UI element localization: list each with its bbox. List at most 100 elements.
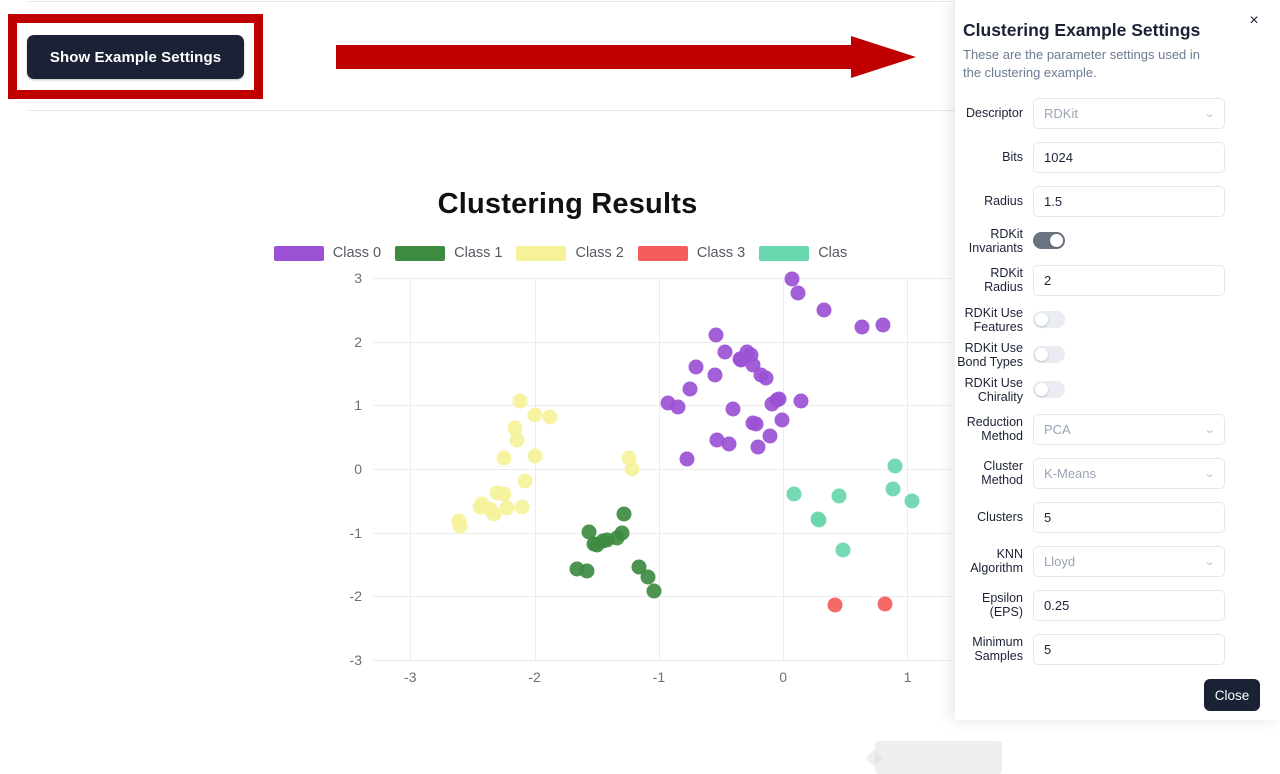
scatter-point[interactable] [707, 367, 723, 383]
legend-swatch [273, 245, 324, 261]
legend-swatch [637, 245, 688, 261]
scatter-point[interactable] [725, 401, 741, 417]
settings-toggle[interactable] [1033, 381, 1065, 398]
scatter-point[interactable] [784, 271, 800, 287]
settings-select[interactable]: Lloyd ⌄ [1033, 545, 1225, 577]
scatter-point[interactable] [708, 327, 724, 343]
scatter-point[interactable] [887, 458, 903, 474]
settings-field-label: RDKit Invariants [968, 226, 1023, 255]
y-axis-tick-label: -3 [349, 652, 362, 668]
settings-toggle[interactable] [1033, 311, 1065, 328]
settings-field-value: 1024 [1044, 149, 1073, 165]
settings-select[interactable]: PCA ⌄ [1033, 413, 1225, 445]
scatter-point[interactable] [679, 451, 695, 467]
scatter-point[interactable] [748, 416, 764, 432]
settings-row: Reduction Method PCA ⌄ [955, 407, 1280, 451]
scatter-point[interactable] [614, 525, 630, 541]
scatter-point[interactable] [512, 393, 528, 409]
settings-input[interactable]: 5 [1033, 633, 1225, 665]
scatter-point[interactable] [786, 486, 802, 502]
legend-label: Class 2 [575, 245, 624, 261]
settings-row: RDKit Use Chirality [955, 372, 1280, 407]
scatter-point[interactable] [517, 473, 533, 489]
scatter-point[interactable] [854, 319, 869, 335]
scatter-point[interactable] [885, 481, 901, 497]
settings-field-label: Radius [984, 194, 1023, 208]
legend-item[interactable]: Class 2 [516, 245, 624, 261]
settings-toggle[interactable] [1033, 232, 1065, 249]
scatter-point[interactable] [624, 461, 640, 477]
settings-select[interactable]: RDKit ⌄ [1033, 97, 1225, 129]
show-example-settings-button[interactable]: Show Example Settings [27, 35, 244, 79]
scatter-point[interactable] [717, 344, 733, 360]
scatter-point[interactable] [527, 448, 543, 464]
annotation-arrow-shaft [336, 45, 856, 69]
scatter-point[interactable] [816, 302, 832, 318]
scatter-point[interactable] [486, 506, 502, 522]
settings-field-label: Clusters [977, 510, 1023, 524]
legend-item[interactable]: Class 0 [273, 245, 381, 261]
scatter-point[interactable] [827, 597, 843, 613]
settings-row: RDKit Use Features [955, 302, 1280, 337]
settings-input[interactable]: 5 [1033, 501, 1225, 533]
settings-input[interactable]: 1024 [1033, 141, 1225, 173]
scatter-point[interactable] [774, 412, 790, 428]
settings-toggle[interactable] [1033, 346, 1065, 363]
scatter-point[interactable] [721, 436, 736, 452]
settings-field-value: 0.25 [1044, 597, 1070, 613]
scatter-point[interactable] [527, 407, 543, 423]
close-icon[interactable]: × [1243, 10, 1265, 32]
scatter-point[interactable] [640, 569, 656, 585]
scatter-point[interactable] [875, 317, 891, 333]
scatter-point[interactable] [489, 485, 505, 501]
scatter-point[interactable] [762, 428, 778, 444]
panel-title: Clustering Example Settings [963, 20, 1201, 40]
y-axis-tick-label: -1 [349, 524, 362, 541]
settings-input[interactable]: 1.5 [1033, 185, 1225, 217]
scatter-point[interactable] [793, 393, 809, 409]
scatter-point[interactable] [499, 500, 515, 516]
legend-label: Class 1 [454, 245, 503, 261]
scatter-point[interactable] [514, 499, 530, 515]
gridline-vertical [410, 278, 412, 660]
settings-field-label: Epsilon (EPS) [982, 591, 1023, 619]
settings-input[interactable]: 2 [1033, 264, 1225, 296]
scatter-point[interactable] [682, 381, 698, 397]
gridline-vertical [783, 278, 785, 660]
settings-field-label: RDKit Use Bond Types [957, 340, 1023, 369]
settings-field-value: 5 [1044, 641, 1052, 657]
toggle-knob [1035, 383, 1048, 396]
scatter-point[interactable] [496, 450, 512, 466]
scatter-point[interactable] [758, 370, 774, 386]
settings-field-value: 1.5 [1044, 193, 1063, 209]
scatter-point[interactable] [904, 493, 920, 509]
scatter-point[interactable] [831, 488, 847, 504]
legend-item[interactable]: Class 3 [637, 245, 745, 261]
settings-select[interactable]: K-Means ⌄ [1033, 457, 1225, 489]
scatter-point[interactable] [771, 391, 787, 407]
scatter-point[interactable] [811, 512, 827, 528]
scatter-point[interactable] [542, 409, 557, 425]
settings-field-label: Descriptor [966, 106, 1023, 120]
annotation-arrow [336, 36, 916, 78]
settings-row: Epsilon (EPS) 0.25 [955, 583, 1280, 627]
scatter-point[interactable] [790, 285, 806, 301]
scatter-point[interactable] [579, 563, 595, 579]
scatter-point[interactable] [616, 506, 632, 522]
clustering-settings-panel: × Clustering Example Settings These are … [955, 0, 1280, 720]
scatter-point[interactable] [509, 432, 525, 448]
scatter-point[interactable] [877, 596, 893, 612]
close-button[interactable]: Close [1204, 679, 1260, 711]
scatter-point[interactable] [835, 542, 851, 558]
legend-item[interactable]: Clas [759, 245, 847, 261]
legend-item[interactable]: Class 1 [395, 245, 502, 261]
scatter-point[interactable] [670, 399, 686, 415]
gridline-vertical [534, 278, 536, 660]
settings-row: KNN Algorithm Lloyd ⌄ [955, 539, 1280, 583]
settings-field-label: Bits [1002, 150, 1023, 164]
scatter-point[interactable] [688, 359, 704, 375]
settings-input[interactable]: 0.25 [1033, 589, 1225, 621]
scatter-point[interactable] [646, 583, 662, 599]
scatter-point[interactable] [452, 518, 468, 534]
annotation-arrow-head [851, 36, 916, 78]
